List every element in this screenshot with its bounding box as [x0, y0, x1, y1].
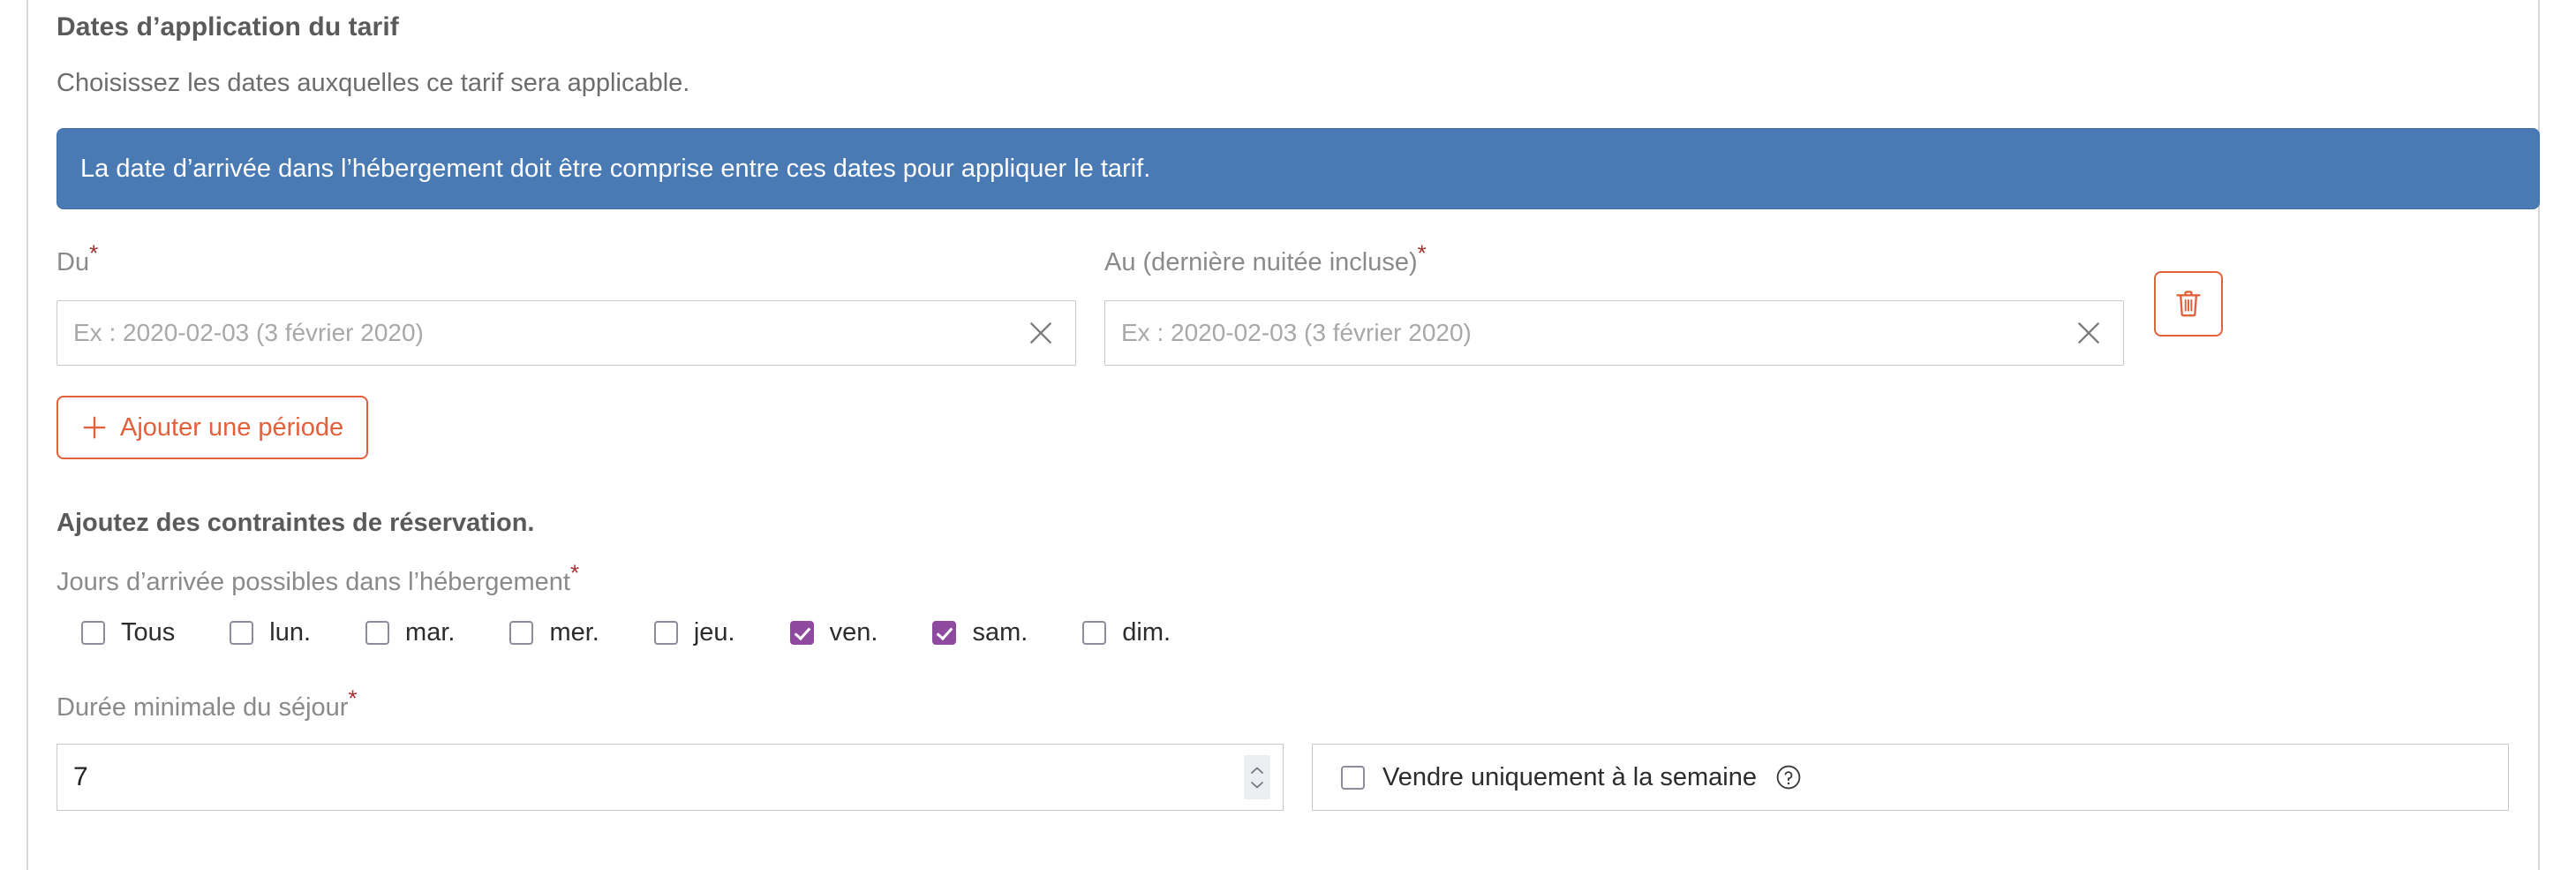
- clear-to-date-icon[interactable]: [2074, 318, 2104, 348]
- min-duration-required-marker: *: [348, 685, 358, 712]
- day-label-tous: Tous: [121, 618, 176, 647]
- day-label-mardi: mar.: [405, 618, 456, 647]
- trash-icon: [2176, 291, 2201, 317]
- plus-icon: [83, 416, 106, 439]
- day-label-mercredi: mer.: [549, 618, 599, 647]
- constraints-title: Ajoutez des contraintes de réservation.: [56, 509, 535, 537]
- stepper-up-icon[interactable]: [1249, 766, 1265, 775]
- panel-left-border: [26, 0, 28, 870]
- checkbox-box-dimanche[interactable]: [1082, 621, 1107, 645]
- checkbox-box-tous[interactable]: [81, 621, 105, 645]
- arrival-days-checkbox-group: Tous lun. mar. mer. jeu. ven. sam. dim.: [56, 618, 2528, 647]
- day-label-dimanche: dim.: [1122, 618, 1171, 647]
- min-duration-stepper[interactable]: [1244, 755, 1270, 799]
- arrival-days-label: Jours d’arrivée possibles dans l’héberge…: [56, 538, 2528, 597]
- page-title: Dates d’application du tarif: [56, 12, 399, 42]
- day-label-jeudi: jeu.: [693, 618, 735, 647]
- min-duration-label-text: Durée minimale du séjour: [56, 693, 349, 722]
- from-date-input[interactable]: [73, 319, 1015, 347]
- checkbox-box-mercredi[interactable]: [509, 621, 534, 645]
- pricing-dates-panel: Dates d’application du tarif Choisissez …: [0, 0, 2576, 870]
- question-mark-icon[interactable]: [1774, 763, 1803, 791]
- checkbox-box-jeudi[interactable]: [653, 621, 678, 645]
- add-period-label: Ajouter une période: [120, 412, 344, 442]
- period-row: Du* Au (dernière nuitée incluse)*: [56, 241, 2528, 366]
- checkbox-box-lundi[interactable]: [230, 621, 254, 645]
- checkbox-box-week-only[interactable]: [1341, 765, 1365, 790]
- delete-period-button[interactable]: [2154, 271, 2223, 337]
- day-checkbox-mercredi[interactable]: mer.: [509, 618, 599, 647]
- day-checkbox-jeudi[interactable]: jeu.: [653, 618, 735, 647]
- day-checkbox-samedi[interactable]: sam.: [932, 618, 1028, 647]
- week-only-panel: Vendre uniquement à la semaine: [1312, 744, 2509, 811]
- checkbox-box-mardi[interactable]: [365, 621, 390, 645]
- arrival-days-required-marker: *: [569, 559, 580, 586]
- to-required-marker: *: [1417, 239, 1427, 267]
- to-date-label-text: Au (dernière nuitée incluse): [1104, 248, 1418, 276]
- to-date-input-shell[interactable]: [1104, 300, 2124, 366]
- day-checkbox-tous[interactable]: Tous: [81, 618, 175, 647]
- day-checkbox-vendredi[interactable]: ven.: [789, 618, 878, 647]
- min-duration-input-shell[interactable]: [56, 744, 1284, 811]
- day-label-lundi: lun.: [269, 618, 312, 647]
- from-required-marker: *: [89, 239, 99, 267]
- checkbox-box-vendredi[interactable]: [789, 621, 814, 645]
- day-checkbox-lundi[interactable]: lun.: [230, 618, 311, 647]
- week-only-checkbox[interactable]: Vendre uniquement à la semaine: [1341, 763, 1757, 792]
- day-label-samedi: sam.: [972, 618, 1028, 647]
- arrival-days-label-text: Jours d’arrivée possibles dans l’héberge…: [56, 568, 570, 596]
- week-only-label: Vendre uniquement à la semaine: [1382, 762, 1758, 791]
- from-date-field: Du*: [56, 241, 1076, 366]
- day-checkbox-mardi[interactable]: mar.: [365, 618, 455, 647]
- add-period-button[interactable]: Ajouter une période: [56, 396, 369, 459]
- min-duration-input[interactable]: [73, 762, 1244, 792]
- from-date-input-shell[interactable]: [56, 300, 1076, 366]
- day-label-vendredi: ven.: [829, 618, 878, 647]
- from-date-label-text: Du: [56, 248, 90, 276]
- panel-content: Dates d’application du tarif Choisissez …: [56, 0, 2540, 811]
- stepper-down-icon[interactable]: [1249, 780, 1265, 790]
- section-subtitle: Choisissez les dates auxquelles ce tarif…: [56, 69, 690, 97]
- info-banner-text: La date d’arrivée dans l’hébergement doi…: [80, 154, 1151, 183]
- to-date-field: Au (dernière nuitée incluse)*: [1104, 241, 2124, 366]
- min-duration-label: Durée minimale du séjour*: [56, 647, 2528, 722]
- to-date-input[interactable]: [1121, 319, 2063, 347]
- from-date-label: Du*: [56, 241, 1076, 277]
- checkbox-box-samedi[interactable]: [932, 621, 957, 645]
- to-date-label: Au (dernière nuitée incluse)*: [1104, 241, 2124, 277]
- info-banner: La date d’arrivée dans l’hébergement doi…: [56, 128, 2540, 209]
- duration-row: Vendre uniquement à la semaine: [56, 744, 2528, 811]
- clear-from-date-icon[interactable]: [1026, 318, 1056, 348]
- day-checkbox-dimanche[interactable]: dim.: [1082, 618, 1171, 647]
